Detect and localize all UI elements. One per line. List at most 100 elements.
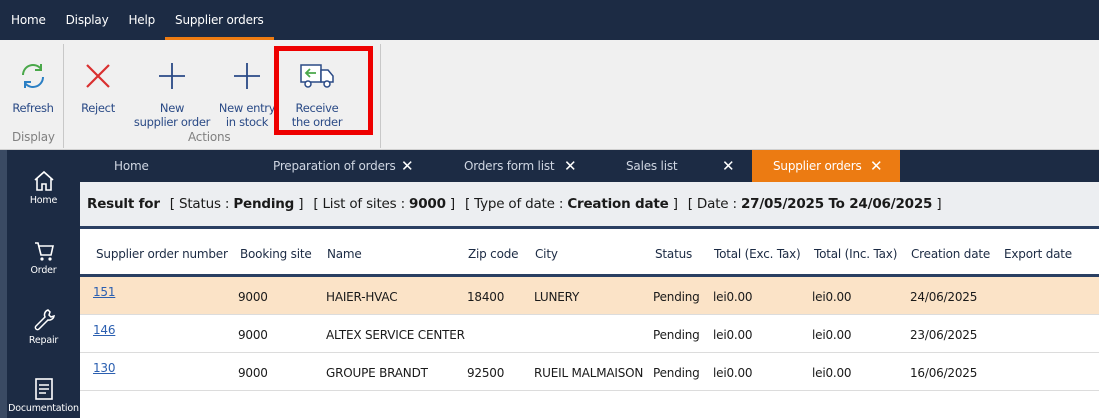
total-inc-cell: lei0.00 xyxy=(812,366,852,380)
column-header[interactable]: Export date xyxy=(1004,247,1072,261)
tab-orders-form-list[interactable]: Orders form list ✕ xyxy=(441,150,602,182)
sites-filter: [ List of sites : 9000 ] xyxy=(313,196,455,212)
menu-display[interactable]: Display xyxy=(56,0,119,40)
cart-icon xyxy=(34,242,54,261)
tab-preparation-of-orders[interactable]: Preparation of orders ✕ xyxy=(251,150,441,182)
table-row[interactable]: 146 9000 ALTEX SERVICE CENTER Pending le… xyxy=(80,315,1099,353)
creation-date-cell: 16/06/2025 xyxy=(910,366,978,380)
result-filter-bar: Result for [ Status : Pending ] [ List o… xyxy=(80,182,1099,229)
new-supplier-order-label-line1: New xyxy=(159,101,185,115)
total-exc-cell: lei0.00 xyxy=(713,328,753,342)
plus-icon xyxy=(229,56,265,96)
creation-date-cell: 24/06/2025 xyxy=(910,290,978,304)
sidebar-item-label: Order xyxy=(30,265,57,276)
delivery-truck-icon xyxy=(299,56,335,96)
receive-label-line1: Receive xyxy=(295,101,339,115)
ribbon-group-display: Display xyxy=(12,130,55,144)
tab-label: Orders form list xyxy=(464,159,555,173)
sidebar-item-order[interactable]: Order xyxy=(7,240,80,276)
table-row[interactable]: 151 9000 HAIER-HVAC 18400 LUNERY Pending… xyxy=(80,277,1099,315)
booking-site-cell: 9000 xyxy=(238,328,268,342)
reject-button[interactable]: Reject xyxy=(75,40,121,132)
ribbon-toolbar: Refresh Reject New supplier order New en… xyxy=(0,40,1099,150)
new-entry-in-stock-button[interactable]: New entry in stock xyxy=(220,40,274,132)
name-cell: GROUPE BRANDT xyxy=(326,366,428,380)
receive-label-line2: the order xyxy=(291,115,343,129)
column-header[interactable]: Creation date xyxy=(911,247,990,261)
sidebar: Home Order Repair Documentation xyxy=(0,150,80,418)
tab-label: Sales list xyxy=(626,159,678,173)
ribbon-group-actions: Actions xyxy=(188,130,231,144)
sidebar-item-documentation[interactable]: Documentation xyxy=(7,378,80,414)
menu-home[interactable]: Home xyxy=(0,0,56,40)
name-cell: HAIER-HVAC xyxy=(326,290,398,304)
refresh-button[interactable]: Refresh xyxy=(10,40,56,132)
receive-the-order-button[interactable]: Receive the order xyxy=(282,40,352,132)
sidebar-item-repair[interactable]: Repair xyxy=(7,308,80,346)
sidebar-item-label: Documentation xyxy=(8,403,79,414)
tab-sales-list[interactable]: Sales list ✕ xyxy=(602,150,752,182)
total-exc-cell: lei0.00 xyxy=(713,290,753,304)
booking-site-cell: 9000 xyxy=(238,290,268,304)
reject-label: Reject xyxy=(81,101,115,115)
order-number-link[interactable]: 146 xyxy=(93,323,116,337)
column-header[interactable]: Total (Exc. Tax) xyxy=(714,247,801,261)
total-inc-cell: lei0.00 xyxy=(812,290,852,304)
plus-icon xyxy=(154,56,190,96)
close-icon xyxy=(80,56,116,96)
name-cell: ALTEX SERVICE CENTER xyxy=(326,328,465,342)
tab-home[interactable]: Home xyxy=(80,150,251,182)
tab-label: Home xyxy=(114,159,149,173)
city-cell: RUEIL MALMAISON xyxy=(534,366,644,380)
column-header[interactable]: Status xyxy=(655,247,692,261)
supplier-orders-table: Supplier order number Booking site Name … xyxy=(80,229,1099,391)
result-for-label: Result for xyxy=(87,196,160,212)
date-type-filter: [ Type of date : Creation date ] xyxy=(464,196,678,212)
creation-date-cell: 23/06/2025 xyxy=(910,328,978,342)
tab-label: Preparation of orders xyxy=(273,159,396,173)
column-header[interactable]: Booking site xyxy=(240,247,312,261)
new-entry-label-line2: in stock xyxy=(225,115,269,129)
status-filter: [ Status : Pending ] xyxy=(169,196,304,212)
city-cell: LUNERY xyxy=(534,290,580,304)
close-icon[interactable]: ✕ xyxy=(401,157,414,175)
wrench-icon xyxy=(34,309,55,331)
refresh-label: Refresh xyxy=(12,101,54,115)
order-number-link[interactable]: 151 xyxy=(93,285,116,299)
ribbon-separator xyxy=(380,44,381,148)
sidebar-item-label: Home xyxy=(29,195,58,206)
new-entry-label-line1: New entry xyxy=(220,101,274,115)
total-exc-cell: lei0.00 xyxy=(713,366,753,380)
table-row[interactable]: 130 9000 GROUPE BRANDT 92500 RUEIL MALMA… xyxy=(80,353,1099,391)
home-icon xyxy=(33,170,54,191)
tab-supplier-orders[interactable]: Supplier orders ✕ xyxy=(752,150,900,182)
sidebar-item-home[interactable]: Home xyxy=(7,170,80,206)
column-header[interactable]: City xyxy=(535,247,558,261)
date-range-filter: [ Date : 27/05/2025 To 24/06/2025 ] xyxy=(687,196,942,212)
column-header[interactable]: Supplier order number xyxy=(96,247,228,261)
close-icon[interactable]: ✕ xyxy=(722,157,735,175)
menu-help[interactable]: Help xyxy=(118,0,165,40)
column-header[interactable]: Total (Inc. Tax) xyxy=(814,247,897,261)
ribbon-separator xyxy=(63,44,64,148)
order-number-link[interactable]: 130 xyxy=(93,361,116,375)
zip-cell: 92500 xyxy=(467,366,505,380)
status-cell: Pending xyxy=(653,366,700,380)
close-icon[interactable]: ✕ xyxy=(564,157,577,175)
sidebar-item-label: Repair xyxy=(28,335,59,346)
menu-supplier-orders[interactable]: Supplier orders xyxy=(165,0,274,40)
booking-site-cell: 9000 xyxy=(238,366,268,380)
column-header[interactable]: Zip code xyxy=(468,247,519,261)
status-cell: Pending xyxy=(653,328,700,342)
close-icon[interactable]: ✕ xyxy=(870,157,883,175)
tab-bar: Home Preparation of orders ✕ Orders form… xyxy=(80,150,1099,182)
zip-cell: 18400 xyxy=(467,290,505,304)
tab-label: Supplier orders xyxy=(773,159,862,173)
total-inc-cell: lei0.00 xyxy=(812,328,852,342)
new-supplier-order-button[interactable]: New supplier order xyxy=(131,40,213,132)
column-header[interactable]: Name xyxy=(327,247,362,261)
new-supplier-order-label-line2: supplier order xyxy=(133,115,211,129)
top-menu-bar: Home Display Help Supplier orders xyxy=(0,0,1099,40)
status-cell: Pending xyxy=(653,290,700,304)
table-header: Supplier order number Booking site Name … xyxy=(80,229,1099,277)
